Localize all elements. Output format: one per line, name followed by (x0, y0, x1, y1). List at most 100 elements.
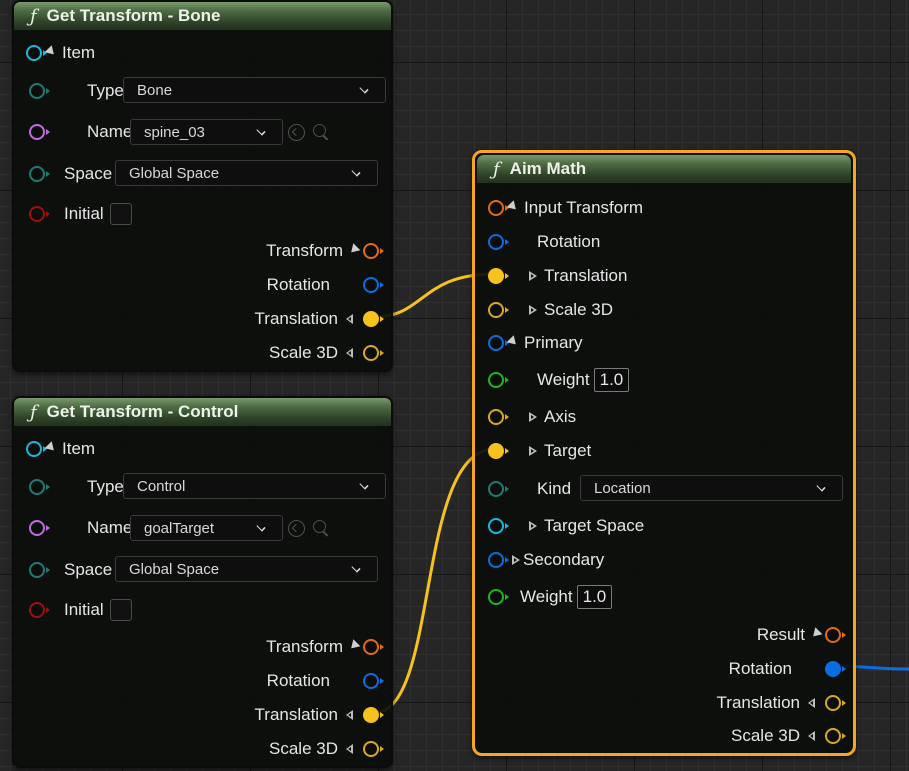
expand-arrow-icon[interactable] (506, 335, 520, 348)
expand-arrow-icon[interactable] (347, 243, 361, 256)
node-header[interactable]: ƒ Get Transform - Control (14, 398, 391, 427)
pin-label: Name (87, 518, 133, 537)
node-title: Get Transform - Control (46, 402, 239, 421)
pin-label: Item (62, 43, 96, 62)
node-header[interactable]: ƒ Get Transform - Bone (14, 2, 391, 31)
rotation-out-pin[interactable] (825, 661, 846, 677)
rotation-out-pin[interactable] (363, 673, 384, 689)
scale-out-pin[interactable] (363, 741, 384, 757)
space-dropdown[interactable]: Global Space (115, 160, 378, 186)
expand-arrow-icon[interactable] (808, 698, 815, 708)
scale-pin[interactable] (488, 302, 509, 318)
function-icon: ƒ (30, 5, 37, 27)
type-pin[interactable] (29, 83, 50, 99)
initial-pin[interactable] (29, 206, 50, 222)
pin-row-type: Type (26, 474, 124, 500)
rotation-pin[interactable] (488, 234, 509, 250)
pin-row-space: Space (26, 557, 112, 583)
use-selected-arrow-icon[interactable] (288, 124, 305, 141)
pin-row-out-rotation: Rotation (267, 668, 384, 694)
expand-arrow-icon[interactable] (347, 639, 361, 652)
search-icon[interactable] (313, 520, 326, 533)
node-get-transform-bone[interactable]: ƒ Get Transform - Bone Item Type Bone Na… (12, 0, 393, 372)
pin-row-out-result: Result (757, 622, 846, 648)
expand-arrow-icon[interactable] (809, 627, 823, 640)
initial-checkbox[interactable] (109, 599, 132, 621)
chevron-down-icon (351, 167, 361, 177)
kind-pin[interactable] (488, 481, 509, 497)
type-dropdown[interactable]: Control (123, 473, 386, 499)
search-icon[interactable] (313, 124, 326, 137)
pin-row-target: Target (488, 438, 591, 464)
primary-weight-pin[interactable] (488, 372, 509, 388)
expand-arrow-icon[interactable] (529, 271, 537, 281)
node-aim-math[interactable]: ƒ Aim Math Input Transform Rotation Tran… (472, 150, 856, 756)
initial-pin[interactable] (29, 602, 50, 618)
pin-label: Translation (544, 266, 628, 285)
translation-out-pin[interactable] (825, 695, 846, 711)
node-get-transform-control[interactable]: ƒ Get Transform - Control Item Type Cont… (12, 396, 393, 768)
expand-arrow-icon[interactable] (346, 710, 353, 720)
dropdown-value: Global Space (129, 560, 220, 578)
target-pin[interactable] (488, 443, 509, 459)
expand-arrow-icon[interactable] (346, 314, 353, 324)
pin-label: Scale 3D (269, 739, 338, 758)
expand-arrow-icon[interactable] (44, 441, 58, 454)
chevron-down-icon (359, 84, 369, 94)
weight-pin[interactable] (488, 589, 509, 605)
space-pin[interactable] (29, 166, 50, 182)
transform-out-pin[interactable] (363, 639, 384, 655)
scale-out-pin[interactable] (825, 728, 846, 744)
pin-row-primary: Primary (488, 330, 583, 356)
pin-row-out-scale: Scale 3D (269, 736, 384, 762)
kind-dropdown[interactable]: Location (580, 475, 843, 501)
pin-row-item: Item (26, 436, 95, 462)
name-dropdown[interactable]: goalTarget (130, 515, 283, 541)
expand-arrow-icon[interactable] (529, 412, 537, 422)
pin-label: Space (64, 164, 113, 183)
expand-arrow-icon[interactable] (512, 555, 520, 565)
pin-row-primary-weight: Weight 1.0 (488, 367, 630, 393)
input-transform-pin[interactable] (488, 200, 509, 216)
weight-field[interactable]: 1.0 (576, 585, 613, 609)
axis-pin[interactable] (488, 409, 509, 425)
expand-arrow-icon[interactable] (529, 446, 537, 456)
pin-label: Weight (537, 370, 590, 389)
expand-arrow-icon[interactable] (44, 45, 58, 58)
translation-out-pin[interactable] (363, 311, 384, 327)
expand-arrow-icon[interactable] (346, 744, 353, 754)
expand-arrow-icon[interactable] (346, 348, 353, 358)
node-header[interactable]: ƒ Aim Math (477, 155, 851, 184)
pin-label: Space (64, 560, 113, 579)
translation-pin[interactable] (488, 268, 509, 284)
initial-checkbox[interactable] (109, 203, 132, 225)
expand-arrow-icon[interactable] (529, 305, 537, 315)
dropdown-value: Global Space (129, 164, 220, 182)
item-pin[interactable] (26, 441, 47, 457)
expand-arrow-icon[interactable] (529, 521, 537, 531)
type-pin[interactable] (29, 479, 50, 495)
item-pin[interactable] (26, 45, 47, 61)
dropdown-value: goalTarget (144, 519, 215, 537)
primary-pin[interactable] (488, 335, 509, 351)
use-selected-arrow-icon[interactable] (288, 520, 305, 537)
transform-out-pin[interactable] (363, 243, 384, 259)
result-out-pin[interactable] (825, 627, 846, 643)
type-dropdown[interactable]: Bone (123, 77, 386, 103)
name-pin[interactable] (29, 124, 50, 140)
expand-arrow-icon[interactable] (506, 200, 520, 213)
space-pin[interactable] (29, 562, 50, 578)
primary-weight-field[interactable]: 1.0 (593, 368, 630, 392)
scale-out-pin[interactable] (363, 345, 384, 361)
expand-arrow-icon[interactable] (808, 731, 815, 741)
name-dropdown[interactable]: spine_03 (130, 119, 283, 145)
translation-out-pin[interactable] (363, 707, 384, 723)
target-space-pin[interactable] (488, 518, 509, 534)
pin-row-out-scale: Scale 3D (269, 340, 384, 366)
secondary-pin[interactable] (488, 552, 509, 568)
node-title: Aim Math (509, 159, 587, 178)
rotation-out-pin[interactable] (363, 277, 384, 293)
name-pin[interactable] (29, 520, 50, 536)
space-dropdown[interactable]: Global Space (115, 556, 378, 582)
pin-row-rotation: Rotation (488, 229, 600, 255)
